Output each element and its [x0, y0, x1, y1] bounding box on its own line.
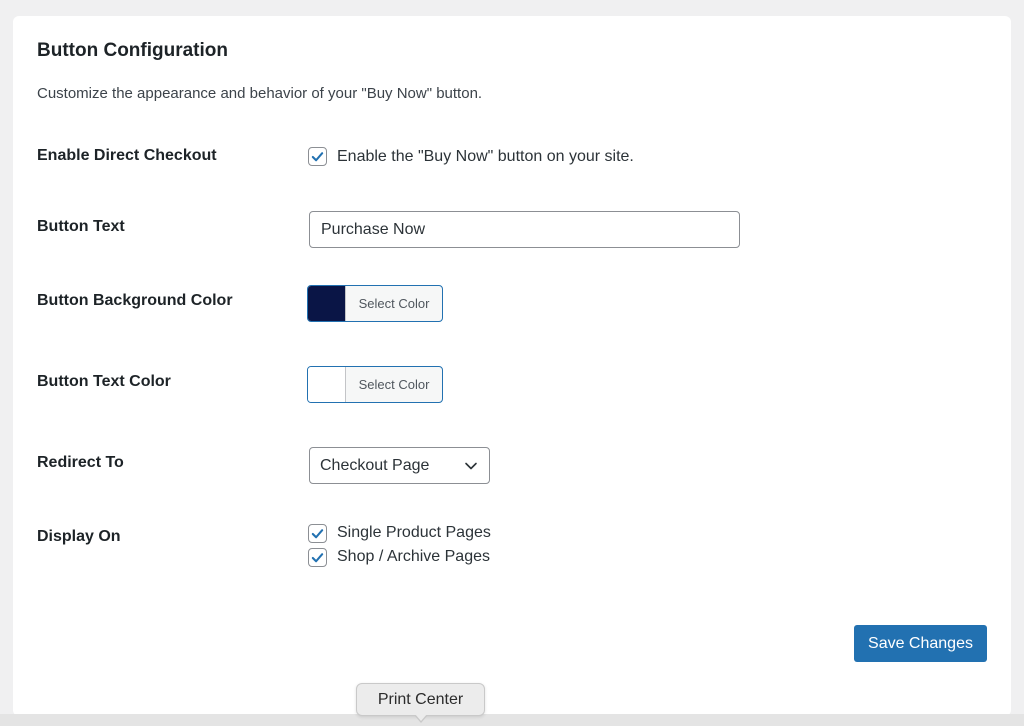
chevron-down-icon [465, 462, 477, 469]
shop-archive-label[interactable]: Shop / Archive Pages [337, 548, 490, 566]
bg-color-select-button[interactable]: Select Color [346, 286, 442, 321]
section-description: Customize the appearance and behavior of… [37, 85, 483, 102]
direct-checkout-checkbox[interactable] [308, 147, 327, 166]
single-product-checkbox[interactable] [308, 524, 327, 543]
checkmark-icon [311, 152, 324, 162]
checkmark-icon [311, 553, 324, 563]
button-text-input[interactable] [309, 211, 740, 248]
direct-checkout-label: Enable Direct Checkout [37, 147, 217, 164]
bg-color-picker[interactable]: Select Color [307, 285, 443, 322]
bg-color-swatch[interactable] [308, 286, 346, 321]
redirect-select[interactable]: Checkout Page [309, 447, 490, 484]
display-on-label: Display On [37, 528, 121, 545]
text-color-label: Button Text Color [37, 373, 171, 390]
redirect-selected-value: Checkout Page [320, 456, 430, 474]
text-color-picker[interactable]: Select Color [307, 366, 443, 403]
checkmark-icon [311, 529, 324, 539]
redirect-label: Redirect To [37, 454, 124, 471]
settings-panel: Button Configuration Customize the appea… [13, 16, 1011, 716]
tooltip-arrow-inner [415, 714, 427, 721]
section-title: Button Configuration [37, 40, 229, 61]
single-product-label[interactable]: Single Product Pages [337, 524, 491, 542]
button-text-label: Button Text [37, 218, 125, 235]
save-button[interactable]: Save Changes [854, 625, 987, 662]
print-center-tooltip: Print Center [356, 683, 485, 716]
bg-color-label: Button Background Color [37, 292, 233, 309]
direct-checkout-checkbox-label[interactable]: Enable the "Buy Now" button on your site… [337, 148, 634, 166]
text-color-select-button[interactable]: Select Color [346, 367, 442, 402]
text-color-swatch[interactable] [308, 367, 346, 402]
dock-strip [0, 714, 1024, 726]
shop-archive-checkbox[interactable] [308, 548, 327, 567]
